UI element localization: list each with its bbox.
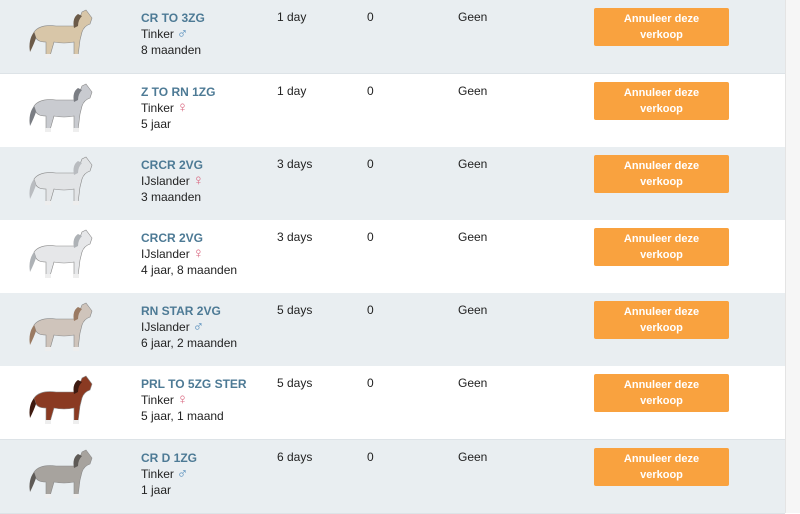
horse-info: PRL TO 5ZG STER Tinker ♀ 5 jaar, 1 maand <box>141 376 247 424</box>
breed-label: IJslander <box>141 247 190 261</box>
bid-count: 0 <box>367 376 374 390</box>
female-icon: ♀ <box>192 172 204 189</box>
sale-row: CR D 1ZG Tinker ♂ 1 jaar 6 days 0 Geen An… <box>0 440 785 514</box>
highest-bid: Geen <box>458 10 488 24</box>
time-remaining: 6 days <box>277 450 313 464</box>
breed-line: IJslander ♀ <box>141 173 204 189</box>
breed-line: Tinker ♂ <box>141 466 197 482</box>
breed-line: IJslander ♀ <box>141 246 237 262</box>
age-label: 5 jaar, 1 maand <box>141 409 224 423</box>
horse-image[interactable] <box>22 224 102 290</box>
horse-image[interactable] <box>22 444 102 510</box>
breed-label: Tinker <box>141 27 174 41</box>
age-label: 3 maanden <box>141 190 202 204</box>
horse-name-link[interactable]: CRCR 2VG <box>141 230 237 246</box>
age-label: 8 maanden <box>141 43 202 57</box>
breed-label: IJslander <box>141 320 190 334</box>
female-icon: ♀ <box>176 391 189 408</box>
highest-bid: Geen <box>458 230 488 244</box>
bid-count: 0 <box>367 10 374 24</box>
sale-row: PRL TO 5ZG STER Tinker ♀ 5 jaar, 1 maand … <box>0 366 785 440</box>
horse-name-link[interactable]: CR TO 3ZG <box>141 10 205 26</box>
cancel-sale-button[interactable]: Annuleer deze verkoop <box>594 374 729 412</box>
bid-count: 0 <box>367 450 374 464</box>
sale-row: Z TO RN 1ZG Tinker ♀ 5 jaar 1 day 0 Geen … <box>0 74 785 148</box>
age-label: 6 jaar, 2 maanden <box>141 336 238 350</box>
sale-row: CRCR 2VG IJslander ♀ 3 maanden 3 days 0 G… <box>0 147 785 221</box>
horse-icon <box>29 9 93 58</box>
breed-line: IJslander ♂ <box>141 319 237 335</box>
highest-bid: Geen <box>458 303 488 317</box>
sale-row: CRCR 2VG IJslander ♀ 4 jaar, 8 maanden 3 … <box>0 220 785 294</box>
horse-icon <box>29 302 93 351</box>
horse-icon <box>29 156 93 205</box>
bid-count: 0 <box>367 230 374 244</box>
male-icon: ♂ <box>176 25 189 42</box>
scrollbar[interactable] <box>785 0 800 513</box>
cancel-sale-button[interactable]: Annuleer deze verkoop <box>594 8 729 46</box>
horse-name-link[interactable]: CRCR 2VG <box>141 157 204 173</box>
breed-line: Tinker ♂ <box>141 26 205 42</box>
horse-image[interactable] <box>22 78 102 144</box>
horse-info: RN STAR 2VG IJslander ♂ 6 jaar, 2 maanden <box>141 303 237 351</box>
horse-icon <box>29 449 93 498</box>
horse-icon <box>29 83 93 132</box>
male-icon: ♂ <box>192 318 204 335</box>
highest-bid: Geen <box>458 376 488 390</box>
breed-label: Tinker <box>141 393 174 407</box>
horse-name-link[interactable]: PRL TO 5ZG STER <box>141 376 247 392</box>
horse-name-link[interactable]: CR D 1ZG <box>141 450 197 466</box>
horse-icon <box>29 375 93 424</box>
horse-info: CRCR 2VG IJslander ♀ 3 maanden <box>141 157 204 205</box>
time-remaining: 5 days <box>277 376 313 390</box>
time-remaining: 1 day <box>277 10 307 24</box>
bid-count: 0 <box>367 157 374 171</box>
cancel-sale-button[interactable]: Annuleer deze verkoop <box>594 448 729 486</box>
cancel-sale-button[interactable]: Annuleer deze verkoop <box>594 82 729 120</box>
male-icon: ♂ <box>176 465 189 482</box>
age-label: 5 jaar <box>141 117 172 131</box>
breed-line: Tinker ♀ <box>141 100 215 116</box>
horse-info: Z TO RN 1ZG Tinker ♀ 5 jaar <box>141 84 215 132</box>
bid-count: 0 <box>367 84 374 98</box>
horse-info: CR TO 3ZG Tinker ♂ 8 maanden <box>141 10 205 58</box>
female-icon: ♀ <box>176 99 189 116</box>
sale-list: CR TO 3ZG Tinker ♂ 8 maanden 1 day 0 Geen… <box>0 0 800 514</box>
horse-image[interactable] <box>22 370 102 436</box>
breed-label: Tinker <box>141 467 174 481</box>
horse-image[interactable] <box>22 297 102 363</box>
time-remaining: 3 days <box>277 230 313 244</box>
age-label: 4 jaar, 8 maanden <box>141 263 238 277</box>
breed-line: Tinker ♀ <box>141 392 247 408</box>
breed-label: Tinker <box>141 101 174 115</box>
time-remaining: 3 days <box>277 157 313 171</box>
horse-name-link[interactable]: RN STAR 2VG <box>141 303 237 319</box>
cancel-sale-button[interactable]: Annuleer deze verkoop <box>594 301 729 339</box>
horse-icon <box>29 229 93 278</box>
sale-row: RN STAR 2VG IJslander ♂ 6 jaar, 2 maanden… <box>0 293 785 367</box>
time-remaining: 5 days <box>277 303 313 317</box>
time-remaining: 1 day <box>277 84 307 98</box>
cancel-sale-button[interactable]: Annuleer deze verkoop <box>594 155 729 193</box>
highest-bid: Geen <box>458 84 488 98</box>
sale-row: CR TO 3ZG Tinker ♂ 8 maanden 1 day 0 Geen… <box>0 0 785 74</box>
highest-bid: Geen <box>458 157 488 171</box>
female-icon: ♀ <box>192 245 204 262</box>
horse-name-link[interactable]: Z TO RN 1ZG <box>141 84 215 100</box>
horse-info: CR D 1ZG Tinker ♂ 1 jaar <box>141 450 197 498</box>
horse-image[interactable] <box>22 151 102 217</box>
cancel-sale-button[interactable]: Annuleer deze verkoop <box>594 228 729 266</box>
age-label: 1 jaar <box>141 483 172 497</box>
horse-info: CRCR 2VG IJslander ♀ 4 jaar, 8 maanden <box>141 230 237 278</box>
bid-count: 0 <box>367 303 374 317</box>
horse-image[interactable] <box>22 4 102 70</box>
breed-label: IJslander <box>141 174 190 188</box>
highest-bid: Geen <box>458 450 488 464</box>
